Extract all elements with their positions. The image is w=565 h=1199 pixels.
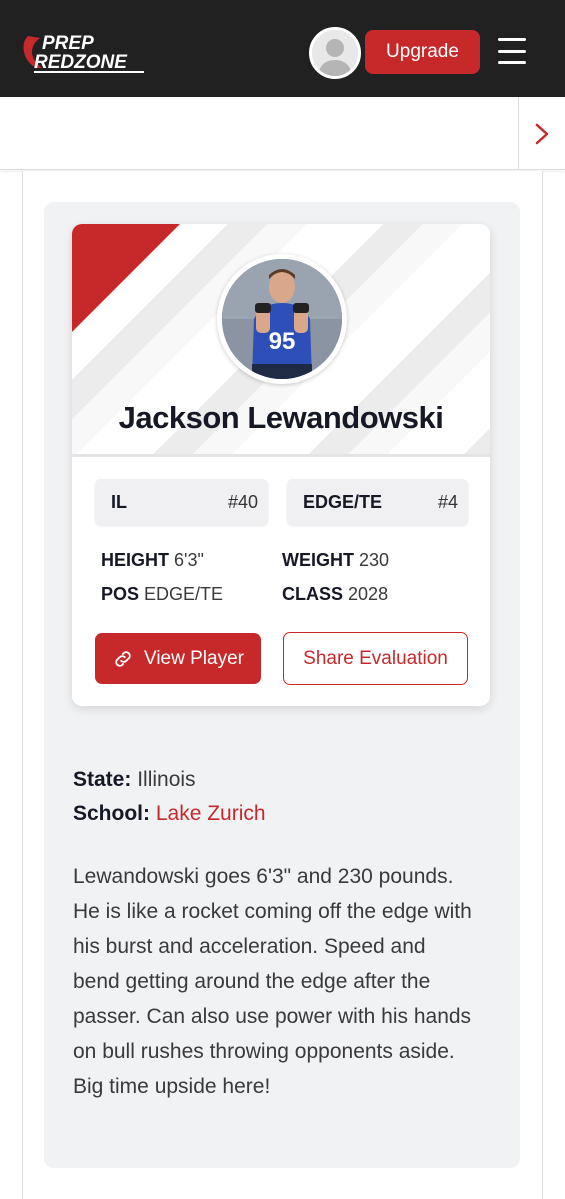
view-player-button[interactable]: View Player	[95, 633, 261, 684]
upgrade-button[interactable]: Upgrade	[365, 30, 480, 74]
top-navigation-bar: PREP REDZONE Upgrade	[0, 0, 565, 97]
player-photo: 95	[217, 254, 347, 384]
pos-stat: POS EDGE/TE	[101, 584, 224, 604]
position-rank-chip: IL #40	[95, 479, 268, 525]
state-line: State: Illinois	[73, 768, 196, 791]
link-icon	[115, 650, 131, 667]
position-rank: #40	[227, 491, 258, 512]
player-card: 95 Jackson Lewandowski IL #40 EDGE/TE #4…	[72, 224, 490, 706]
school-link[interactable]: Lake Zurich	[156, 802, 266, 825]
weight-stat: WEIGHT 230	[282, 550, 390, 570]
state-value: Illinois	[137, 768, 196, 791]
school-line: School: Lake Zurich	[73, 802, 266, 825]
card-divider	[72, 454, 490, 457]
view-player-label: View Player	[144, 647, 244, 669]
position-label: EDGE/TE	[303, 491, 383, 512]
evaluation-text: Lewandowski goes 6'3" and 230 pounds. He…	[73, 865, 472, 1098]
class-stat: CLASS 2028	[282, 584, 389, 604]
svg-text:95: 95	[269, 328, 296, 355]
share-evaluation-button[interactable]: Share Evaluation	[283, 632, 468, 685]
chevron-right-icon	[535, 123, 549, 144]
next-arrow-button[interactable]	[518, 97, 565, 170]
user-silhouette-icon	[312, 30, 358, 76]
position-label: IL	[111, 491, 127, 512]
position-rank: #4	[437, 491, 458, 512]
height-stat: HEIGHT 6'3"	[101, 550, 204, 570]
hamburger-menu-icon[interactable]	[498, 38, 526, 64]
red-corner-accent	[72, 224, 180, 332]
position-rank-chip: EDGE/TE #4	[287, 479, 468, 525]
svg-text:REDZONE: REDZONE	[34, 52, 128, 73]
svg-text:PREP: PREP	[42, 33, 94, 54]
prep-redzone-logo[interactable]: PREP REDZONE	[20, 28, 150, 74]
user-avatar[interactable]	[309, 27, 361, 79]
secondary-nav-bar	[0, 97, 565, 170]
player-name: Jackson Lewandowski	[118, 400, 444, 435]
